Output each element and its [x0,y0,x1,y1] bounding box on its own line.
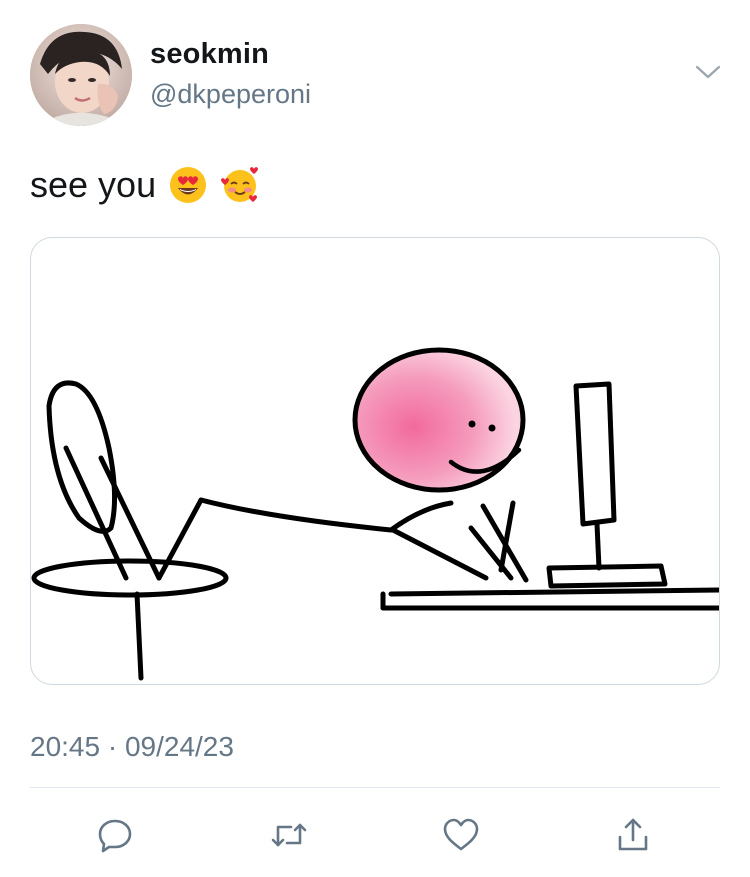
retweet-icon[interactable] [266,812,312,858]
heart-eyes-emoji-icon [168,165,208,205]
tweet-card: seokmin @dkpeperoni see you 20:45 · 09/2… [0,0,750,877]
like-icon[interactable] [438,812,484,858]
stick-figure-drawing [31,347,719,681]
chevron-down-icon[interactable] [694,62,722,82]
user-handle[interactable]: @dkpeperoni [150,79,311,110]
share-icon[interactable] [610,812,656,858]
reply-icon[interactable] [92,812,138,858]
display-name[interactable]: seokmin [150,38,269,71]
tweet-timestamp[interactable]: 20:45 · 09/24/23 [30,731,234,763]
smiling-face-with-hearts-emoji-icon [220,165,260,205]
tweet-text: see you [30,164,157,205]
avatar[interactable] [30,24,132,126]
tweet-media-image[interactable] [30,237,720,685]
avatar-image [30,24,132,126]
divider [30,787,720,788]
action-bar [0,806,750,862]
tweet-text-row: see you [30,164,260,206]
